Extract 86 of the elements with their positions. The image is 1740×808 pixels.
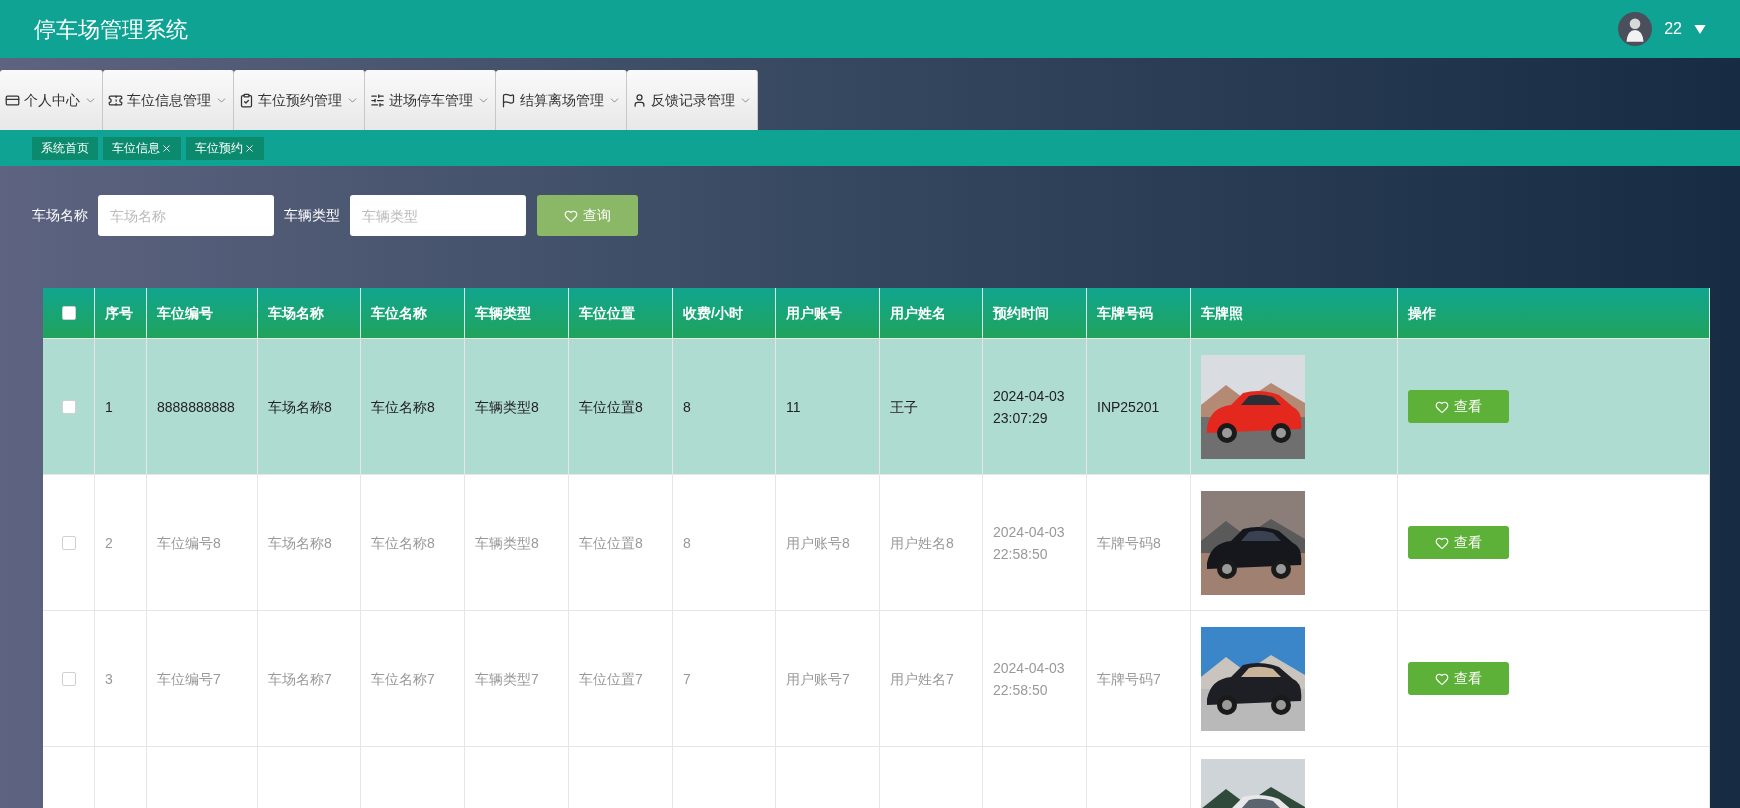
table-cell-text: 用户账号8: [786, 533, 850, 553]
table-cell-text: 2024-04-03 22:58:50: [993, 522, 1066, 564]
table-cell-text: 车位编号7: [157, 669, 221, 689]
close-icon[interactable]: [161, 142, 172, 154]
column-header: 用户账号: [786, 303, 842, 323]
table-cell-text: 车牌号码7: [1097, 669, 1161, 689]
table-cell-text: 车牌号码8: [1097, 533, 1161, 553]
table-cell-text: 2: [105, 533, 113, 553]
column-header: 车辆类型: [475, 303, 531, 323]
menu-tab[interactable]: 车位信息管理: [103, 70, 234, 130]
view-button[interactable]: 查看: [1408, 662, 1509, 695]
table-row[interactable]: 3 车位编号7 车场名称7 车位名称7 车辆类型7 车位位置7 7 用户账号7 用户姓名7 2024-04-03 22:58:50 车牌号码7 查看: [43, 610, 1710, 746]
app-title: 停车场管理系统: [34, 15, 188, 44]
search-field[interactable]: 车场名称: [98, 195, 274, 236]
column-header: 车牌照: [1201, 303, 1243, 323]
column-header: 车牌号码: [1097, 303, 1153, 323]
table-cell-text: 车位名称8: [371, 397, 435, 417]
table-cell-text: 用户账号7: [786, 669, 850, 689]
search-field[interactable]: 车辆类型: [350, 195, 526, 236]
page-tag[interactable]: 系统首页: [32, 136, 98, 160]
menu-tab[interactable]: 个人中心: [0, 70, 103, 130]
search-button[interactable]: 查询: [537, 195, 638, 236]
column-header: 用户姓名: [890, 303, 946, 323]
column-header: 车位编号: [157, 303, 213, 323]
checkbox[interactable]: [61, 535, 76, 550]
column-header: 车场名称: [268, 303, 324, 323]
table-row[interactable]: 1 8888888888 车场名称8 车位名称8 车辆类型8 车位位置8 8 11 王子 2024-04-03 23:07:29 INP25201 查看: [43, 338, 1710, 474]
page-tag[interactable]: 车位信息: [103, 136, 181, 160]
avatar-icon[interactable]: [1618, 12, 1653, 46]
table-cell-text: 车位位置8: [579, 533, 643, 553]
table-cell-text: 车场名称7: [268, 669, 332, 689]
table-cell-text: 车场名称8: [268, 397, 332, 417]
table-cell-text: 车位名称8: [371, 533, 435, 553]
table-cell-text: 车位位置8: [579, 397, 643, 417]
table-cell-text: 11: [786, 397, 801, 417]
column-header: 操作: [1408, 303, 1436, 323]
table-cell-text: 车辆类型8: [475, 533, 539, 553]
table-cell-text: 车辆类型7: [475, 669, 539, 689]
table-cell-text: 3: [105, 669, 113, 689]
flag-icon: [501, 92, 516, 108]
page-tag[interactable]: 车位预约: [186, 136, 264, 160]
table-cell-text: INP25201: [1097, 397, 1160, 417]
table-cell-text: 车场名称8: [268, 533, 332, 553]
table-cell-text: 用户姓名8: [890, 533, 954, 553]
checkbox[interactable]: [61, 671, 76, 686]
table-cell-text: 7: [683, 669, 691, 689]
heart-icon: [1435, 399, 1449, 414]
table-row[interactable]: 2 车位编号8 车场名称8 车位名称8 车辆类型8 车位位置8 8 用户账号8 用户姓名8 2024-04-03 22:58:50 车牌号码8 查看: [43, 474, 1710, 610]
sliders-icon: [370, 92, 385, 108]
table-cell-text: 1: [105, 397, 113, 417]
user-icon: [632, 92, 647, 108]
column-header: 车位名称: [371, 303, 427, 323]
clipboard-icon: [239, 92, 254, 108]
column-header: 预约时间: [993, 303, 1049, 323]
table-cell-text: 车位名称7: [371, 669, 435, 689]
table-cell-text: 8: [683, 397, 691, 417]
checkbox[interactable]: [61, 399, 76, 414]
card-icon: [5, 92, 20, 108]
caret-icon[interactable]: [1694, 24, 1706, 34]
field-label: 车辆类型: [284, 206, 340, 225]
table-cell-text: 2024-04-03 22:58:50: [993, 658, 1066, 700]
table-cell-text: 8888888888: [157, 397, 235, 417]
column-header: 序号: [105, 303, 133, 323]
table-cell-text: 车位位置7: [579, 669, 643, 689]
table-cell-text: 8: [683, 533, 691, 553]
menu-tab[interactable]: 反馈记录管理: [627, 70, 758, 130]
ticket-icon: [108, 92, 123, 108]
menu-tab[interactable]: 车位预约管理: [234, 70, 365, 130]
close-icon[interactable]: [244, 142, 255, 154]
heart-icon: [1435, 671, 1449, 686]
table-cell-text: 用户姓名7: [890, 669, 954, 689]
table-cell-text: 车位编号8: [157, 533, 221, 553]
view-button[interactable]: 查看: [1408, 390, 1509, 423]
table-cell-text: 车辆类型8: [475, 397, 539, 417]
menu-tab[interactable]: 结算离场管理: [496, 70, 627, 130]
column-header: 收费/小时: [683, 303, 743, 323]
heart-icon: [564, 208, 578, 223]
column-header: 车位位置: [579, 303, 635, 323]
user-name[interactable]: 22: [1664, 17, 1682, 41]
heart-icon: [1435, 535, 1449, 550]
table-cell-text: 王子: [890, 397, 918, 417]
table-cell-text: 2024-04-03 23:07:29: [993, 386, 1066, 428]
view-button[interactable]: 查看: [1408, 526, 1509, 559]
checkbox[interactable]: [61, 306, 76, 320]
menu-tab[interactable]: 进场停车管理: [365, 70, 496, 130]
field-label: 车场名称: [32, 206, 88, 225]
